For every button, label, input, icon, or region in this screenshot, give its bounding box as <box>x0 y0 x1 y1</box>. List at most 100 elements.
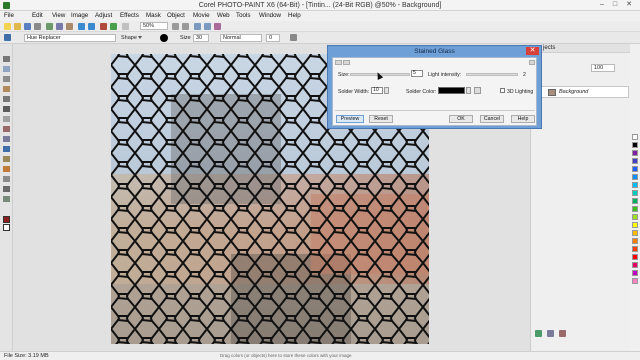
palette-swatch[interactable] <box>632 206 638 212</box>
chevron-down-icon[interactable] <box>466 87 471 94</box>
brush-icon[interactable] <box>4 34 11 41</box>
palette-swatch[interactable] <box>632 198 638 204</box>
mask-icon[interactable] <box>194 23 201 30</box>
palette-swatch[interactable] <box>632 278 638 284</box>
foreground-color-swatch[interactable] <box>3 216 10 223</box>
palette-swatch[interactable] <box>632 134 638 140</box>
palette-swatch[interactable] <box>632 254 638 260</box>
fit-icon[interactable] <box>172 23 179 30</box>
mask-tool-icon[interactable] <box>3 66 10 72</box>
palette-swatch[interactable] <box>632 214 638 220</box>
menu-adjust[interactable]: Adjust <box>95 12 112 19</box>
zoom-tool-icon[interactable] <box>3 96 10 102</box>
export-icon[interactable] <box>110 23 117 30</box>
close-button[interactable]: ✕ <box>623 1 635 9</box>
palette-swatch[interactable] <box>632 230 638 236</box>
chevron-down-icon[interactable] <box>138 36 142 39</box>
undo-icon[interactable] <box>78 23 85 30</box>
background-color-swatch[interactable] <box>3 224 10 231</box>
menu-image[interactable]: Image <box>71 12 88 19</box>
new-file-icon[interactable] <box>4 23 11 30</box>
text-tool-icon[interactable] <box>3 186 10 192</box>
minimize-button[interactable]: – <box>596 1 608 9</box>
menu-movie[interactable]: Movie <box>193 12 210 19</box>
import-icon[interactable] <box>100 23 107 30</box>
dialog-expand-icon[interactable] <box>529 60 535 65</box>
preview-mode-icon[interactable] <box>335 60 342 65</box>
palette-swatch[interactable] <box>632 150 638 156</box>
combine-icon[interactable] <box>547 330 554 337</box>
palette-swatch[interactable] <box>632 174 638 180</box>
palette-swatch[interactable] <box>632 270 638 276</box>
redo-icon[interactable] <box>88 23 95 30</box>
dialog-close-button[interactable]: ✕ <box>526 47 539 55</box>
effect-tool-icon[interactable] <box>3 156 10 162</box>
interactive-tool-icon[interactable] <box>3 196 10 202</box>
lasso-tool-icon[interactable] <box>3 76 10 82</box>
full-screen-icon[interactable] <box>182 23 189 30</box>
tool-preset-dropdown[interactable]: Hue Replacer <box>24 34 116 42</box>
menu-mask[interactable]: Mask <box>146 12 161 19</box>
palette-swatch[interactable] <box>632 222 638 228</box>
zoom-level-field[interactable]: 50% <box>140 22 168 30</box>
cancel-button[interactable]: Cancel <box>480 115 504 123</box>
open-folder-icon[interactable] <box>14 23 21 30</box>
fill-tool-icon[interactable] <box>3 166 10 172</box>
paste-icon[interactable] <box>66 23 73 30</box>
menu-file[interactable]: File <box>4 12 14 19</box>
palette-swatch[interactable] <box>632 190 638 196</box>
opacity-field[interactable]: 0 <box>266 34 280 42</box>
3d-lighting-checkbox[interactable] <box>500 88 505 93</box>
palette-swatch[interactable] <box>632 166 638 172</box>
delete-object-icon[interactable] <box>559 330 566 337</box>
palette-swatch[interactable] <box>632 262 638 268</box>
menu-help[interactable]: Help <box>288 12 301 19</box>
light-intensity-slider[interactable] <box>466 73 518 76</box>
eyedropper-tool-icon[interactable] <box>3 106 10 112</box>
zoom-icon[interactable] <box>122 23 129 30</box>
save-icon[interactable] <box>24 23 31 30</box>
solder-color-picker[interactable] <box>438 87 465 94</box>
palette-swatch[interactable] <box>632 246 638 252</box>
solder-width-input[interactable]: 10 <box>371 87 383 94</box>
crop-tool-icon[interactable] <box>3 86 10 92</box>
solder-width-stepper[interactable] <box>384 87 389 94</box>
object-opacity-field[interactable]: 100 <box>591 64 615 72</box>
menu-window[interactable]: Window <box>259 12 281 19</box>
eyedropper-icon[interactable] <box>474 87 481 94</box>
launcher-icon[interactable] <box>214 23 221 30</box>
clone-tool-icon[interactable] <box>3 136 10 142</box>
menu-object[interactable]: Object <box>167 12 185 19</box>
size-input[interactable]: 5 <box>411 70 423 77</box>
menu-edit[interactable]: Edit <box>32 12 43 19</box>
merge-mode-dropdown[interactable]: Normal <box>220 34 262 42</box>
copy-icon[interactable] <box>56 23 63 30</box>
print-icon[interactable] <box>34 23 41 30</box>
menu-view[interactable]: View <box>52 12 65 19</box>
maximize-button[interactable]: □ <box>609 1 621 9</box>
red-eye-tool-icon[interactable] <box>3 126 10 132</box>
ok-button[interactable]: OK <box>449 115 473 123</box>
brush-shape-icon[interactable] <box>160 34 168 42</box>
eraser-tool-icon[interactable] <box>3 116 10 122</box>
help-button[interactable]: Help <box>511 115 535 123</box>
object-icon[interactable] <box>204 23 211 30</box>
palette-swatch[interactable] <box>632 238 638 244</box>
palette-swatch[interactable] <box>632 182 638 188</box>
menu-tools[interactable]: Tools <box>236 12 250 19</box>
palette-swatch[interactable] <box>632 158 638 164</box>
size-field[interactable]: 30 <box>193 34 209 42</box>
paint-tool-icon[interactable] <box>3 146 10 152</box>
pick-tool-icon[interactable] <box>3 56 10 62</box>
preview-button[interactable]: Preview <box>336 115 364 123</box>
reset-button[interactable]: Reset <box>369 115 393 123</box>
new-object-icon[interactable] <box>535 330 542 337</box>
menu-effects[interactable]: Effects <box>120 12 139 19</box>
cut-icon[interactable] <box>46 23 53 30</box>
layer-row[interactable]: Background <box>533 86 629 98</box>
shape-tool-icon[interactable] <box>3 176 10 182</box>
split-preview-icon[interactable] <box>343 60 350 65</box>
palette-swatch[interactable] <box>632 142 638 148</box>
menu-web[interactable]: Web <box>217 12 230 19</box>
settings-icon[interactable] <box>290 34 297 41</box>
